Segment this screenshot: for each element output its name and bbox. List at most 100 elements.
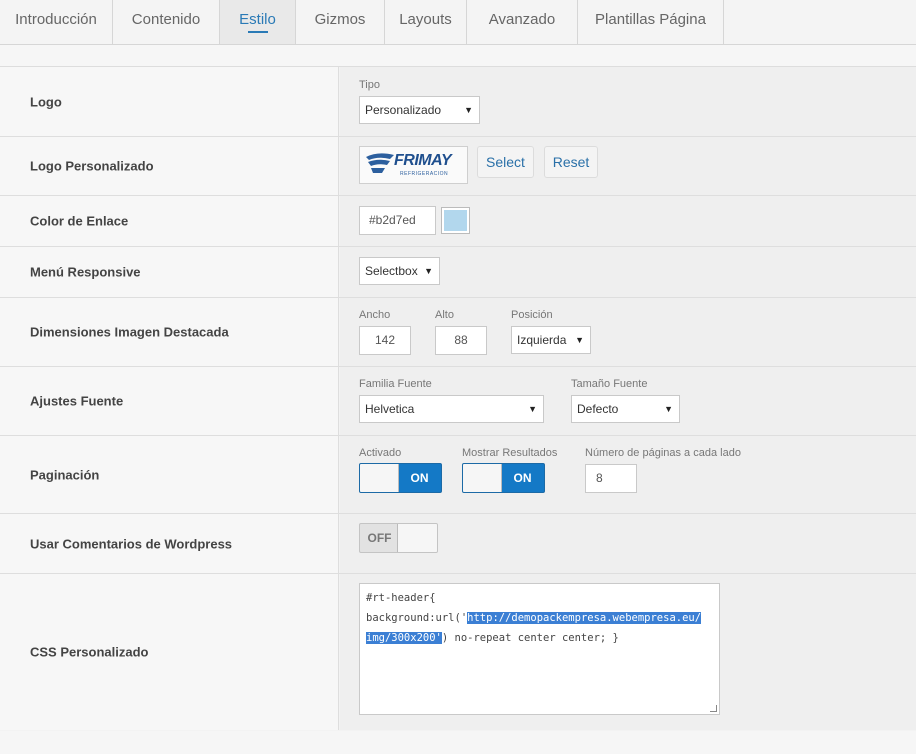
- row-pagination: Paginación Activado ON Mostrar Resultado…: [0, 436, 916, 514]
- logo-type-select[interactable]: Personalizado ▼: [359, 96, 480, 124]
- row-controls: Selectbox ▼: [340, 247, 916, 297]
- toggle-knob: [360, 464, 399, 492]
- show-results-caption: Mostrar Resultados: [462, 447, 558, 459]
- css-line-1: #rt-header{: [366, 592, 436, 604]
- chevron-down-icon: ▼: [424, 266, 433, 276]
- tab-avanzado[interactable]: Avanzado: [467, 0, 578, 44]
- row-controls: #rt-header{ background:url('http://demop…: [340, 574, 916, 730]
- reset-logo-button[interactable]: Reset: [544, 146, 598, 178]
- row-label: Logo: [0, 67, 339, 136]
- toggle-state-label: ON: [513, 471, 532, 485]
- toggle-knob: [463, 464, 502, 492]
- width-caption: Ancho: [359, 309, 391, 321]
- height-caption: Alto: [435, 309, 454, 321]
- font-size-select[interactable]: Defecto ▼: [571, 395, 680, 423]
- row-wp-comments: Usar Comentarios de Wordpress OFF: [0, 514, 916, 574]
- row-label: Menú Responsive: [0, 247, 339, 297]
- responsive-menu-value: Selectbox: [365, 264, 418, 278]
- row-controls: FRIMAY REFRIGERACION Select Reset: [340, 137, 916, 195]
- row-link-color: Color de Enlace #b2d7ed: [0, 196, 916, 247]
- link-color-input[interactable]: #b2d7ed: [359, 206, 436, 235]
- tab-plantillas-pagina[interactable]: Plantillas Página: [578, 0, 724, 44]
- tab-bar: Introducción Contenido Estilo Gizmos Lay…: [0, 0, 916, 45]
- row-custom-logo: Logo Personalizado FRIMAY REFRIGERACION …: [0, 137, 916, 196]
- tab-layouts[interactable]: Layouts: [385, 0, 467, 44]
- color-swatch-fill: [444, 210, 467, 231]
- css-line-2: background:url('http://demopackempresa.w…: [366, 608, 713, 628]
- pagination-label: Paginación: [30, 467, 100, 482]
- select-logo-button[interactable]: Select: [477, 146, 534, 178]
- wp-comments-label: Usar Comentarios de Wordpress: [30, 536, 233, 551]
- logo-label: Logo: [30, 94, 62, 109]
- css-text: background:url(': [366, 612, 468, 624]
- row-logo: Logo Tipo Personalizado ▼: [0, 67, 916, 137]
- bottom-spacer: [0, 731, 916, 754]
- custom-logo-label: Logo Personalizado: [30, 158, 154, 174]
- toggle-knob: [397, 524, 437, 552]
- pagination-enabled-toggle[interactable]: ON: [359, 463, 442, 493]
- row-controls: Ancho 142 Alto 88 Posición Izquierda ▼: [340, 298, 916, 366]
- resize-grip-icon[interactable]: [710, 705, 717, 712]
- chevron-down-icon: ▼: [464, 105, 473, 115]
- featured-image-label: Dimensiones Imagen Destacada: [30, 324, 229, 340]
- logo-type-value: Personalizado: [365, 103, 442, 117]
- font-size-value: Defecto: [577, 402, 619, 416]
- row-custom-css: CSS Personalizado #rt-header{ background…: [0, 574, 916, 730]
- row-controls: #b2d7ed: [340, 196, 916, 246]
- pages-each-side-caption: Número de páginas a cada lado: [585, 447, 741, 459]
- responsive-menu-select[interactable]: Selectbox ▼: [359, 257, 440, 285]
- toggle-state-label: ON: [410, 471, 429, 485]
- row-font-settings: Ajustes Fuente Familia Fuente Helvetica …: [0, 367, 916, 436]
- row-responsive-menu: Menú Responsive Selectbox ▼: [0, 247, 916, 298]
- tab-contenido[interactable]: Contenido: [113, 0, 220, 44]
- font-family-caption: Familia Fuente: [359, 378, 432, 390]
- chevron-down-icon: ▼: [575, 335, 584, 345]
- row-controls: Activado ON Mostrar Resultados ON Número…: [340, 436, 916, 513]
- color-swatch[interactable]: [441, 207, 470, 234]
- row-label: Logo Personalizado: [0, 137, 339, 195]
- row-controls: Familia Fuente Helvetica ▼ Tamaño Fuente…: [340, 367, 916, 435]
- logo-preview: FRIMAY REFRIGERACION: [359, 146, 468, 184]
- chevron-down-icon: ▼: [664, 404, 673, 414]
- row-label: Paginación: [0, 436, 339, 513]
- font-family-select[interactable]: Helvetica ▼: [359, 395, 544, 423]
- font-size-caption: Tamaño Fuente: [571, 378, 648, 390]
- width-input[interactable]: 142: [359, 326, 411, 355]
- link-color-label: Color de Enlace: [30, 213, 129, 229]
- position-caption: Posición: [511, 309, 553, 321]
- row-label: CSS Personalizado: [0, 574, 339, 730]
- row-label: Dimensiones Imagen Destacada: [0, 298, 339, 366]
- pagination-enabled-caption: Activado: [359, 447, 402, 459]
- css-selected-text: img/300x200': [366, 632, 442, 644]
- logo-text: FRIMAY: [394, 152, 452, 169]
- wp-comments-toggle[interactable]: OFF: [359, 523, 438, 553]
- show-results-toggle[interactable]: ON: [462, 463, 545, 493]
- tab-spacer: [0, 45, 916, 66]
- css-line-3: img/300x200') no-repeat center center; }: [366, 628, 713, 648]
- settings-panel: Logo Tipo Personalizado ▼ Logo Personali…: [0, 66, 916, 732]
- tab-estilo[interactable]: Estilo: [220, 0, 296, 44]
- custom-css-textarea[interactable]: #rt-header{ background:url('http://demop…: [359, 583, 720, 715]
- font-family-value: Helvetica: [365, 402, 415, 416]
- row-featured-image: Dimensiones Imagen Destacada Ancho 142 A…: [0, 298, 916, 367]
- logo-subtext: REFRIGERACION: [400, 171, 449, 177]
- chevron-down-icon: ▼: [528, 404, 537, 414]
- pages-each-side-input[interactable]: 8: [585, 464, 637, 493]
- responsive-menu-label: Menú Responsive: [30, 264, 141, 280]
- position-select[interactable]: Izquierda ▼: [511, 326, 591, 354]
- row-controls: OFF: [340, 514, 916, 573]
- row-label: Color de Enlace: [0, 196, 339, 246]
- css-selected-text: http://demopackempresa.webempresa.eu/: [467, 612, 702, 624]
- tab-introduccion[interactable]: Introducción: [0, 0, 113, 44]
- position-value: Izquierda: [517, 333, 567, 347]
- css-text: ) no-repeat center center; }: [441, 632, 619, 644]
- custom-css-label: CSS Personalizado: [30, 644, 149, 660]
- font-settings-label: Ajustes Fuente: [30, 393, 124, 409]
- logo-type-caption: Tipo: [359, 79, 380, 91]
- row-controls: Tipo Personalizado ▼: [340, 67, 916, 136]
- toggle-state-label: OFF: [367, 531, 392, 545]
- tab-gizmos[interactable]: Gizmos: [296, 0, 385, 44]
- height-input[interactable]: 88: [435, 326, 487, 355]
- row-label: Usar Comentarios de Wordpress: [0, 514, 339, 573]
- row-label: Ajustes Fuente: [0, 367, 339, 435]
